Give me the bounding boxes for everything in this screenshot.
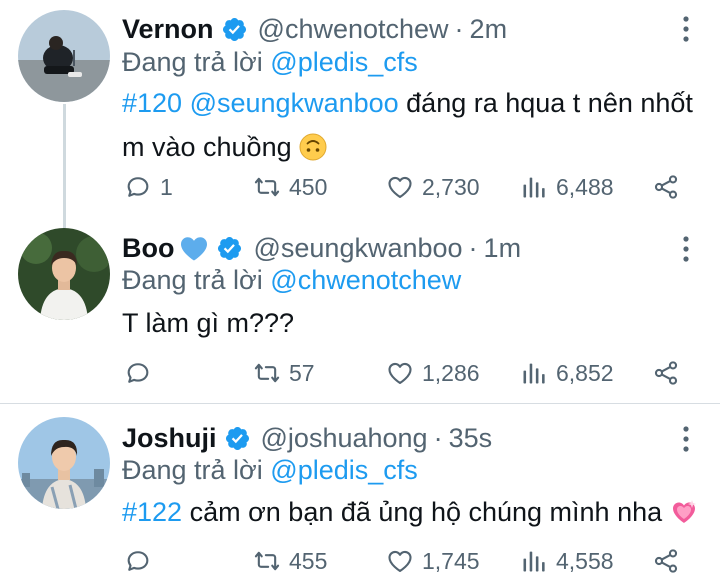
user-handle[interactable]: @seungkwanboo bbox=[253, 233, 462, 264]
views-button[interactable]: 6,852 bbox=[520, 353, 614, 393]
replying-to-mention[interactable]: @pledis_cfs bbox=[270, 47, 417, 77]
like-button[interactable]: 2,730 bbox=[386, 167, 480, 207]
like-count: 1,286 bbox=[422, 359, 480, 386]
replying-to: Đang trả lời @chwenotchew bbox=[122, 265, 461, 296]
separator-dot: · bbox=[454, 13, 464, 44]
blue-heart-emoji-icon bbox=[181, 236, 208, 260]
reply-icon bbox=[124, 547, 152, 575]
views-icon bbox=[520, 359, 548, 387]
retweet-icon bbox=[253, 547, 281, 575]
replying-to-label: Đang trả lời bbox=[122, 47, 263, 77]
view-count: 4,558 bbox=[556, 547, 614, 574]
avatar-boo[interactable] bbox=[18, 228, 110, 320]
views-icon bbox=[520, 547, 548, 575]
verified-badge-icon bbox=[221, 16, 248, 43]
separator-dot: · bbox=[468, 232, 478, 263]
sparkling-heart-emoji-icon bbox=[672, 500, 696, 523]
reply-icon bbox=[124, 359, 152, 387]
tweet-actions: 455 1,745 4,558 bbox=[0, 541, 720, 581]
reply-icon bbox=[124, 173, 152, 201]
tweet-vernon[interactable]: Vernon @chwenotchew · 2m Đang trả lời @p… bbox=[0, 0, 720, 213]
timestamp[interactable]: 2m bbox=[470, 14, 508, 45]
views-button[interactable]: 4,558 bbox=[520, 541, 614, 581]
reply-button[interactable] bbox=[124, 353, 160, 393]
share-icon bbox=[652, 173, 680, 201]
share-icon bbox=[652, 359, 680, 387]
retweet-icon bbox=[253, 359, 281, 387]
reply-count: 1 bbox=[160, 173, 173, 200]
replying-to-label: Đang trả lời bbox=[122, 265, 263, 295]
retweet-count: 455 bbox=[289, 547, 328, 574]
retweet-count: 57 bbox=[289, 359, 315, 386]
tweet-joshuji[interactable]: Joshuji @joshuahong · 35s Đang trả lời @… bbox=[0, 403, 720, 587]
tweet-text: #120 @seungkwanboo đáng ra hqua t nên nh… bbox=[122, 81, 702, 169]
more-options-icon[interactable] bbox=[682, 235, 690, 263]
display-name[interactable]: Boo bbox=[122, 233, 174, 264]
retweet-count: 450 bbox=[289, 173, 328, 200]
avatar-vernon[interactable] bbox=[18, 10, 110, 102]
share-button[interactable] bbox=[652, 167, 688, 207]
display-name[interactable]: Vernon bbox=[122, 14, 214, 45]
timestamp[interactable]: 35s bbox=[449, 423, 493, 454]
user-handle[interactable]: @joshuahong bbox=[261, 423, 428, 454]
replying-to-mention[interactable]: @pledis_cfs bbox=[270, 455, 417, 485]
user-handle[interactable]: @chwenotchew bbox=[258, 14, 449, 45]
heart-icon bbox=[386, 173, 414, 201]
share-icon bbox=[652, 547, 680, 575]
retweet-button[interactable]: 455 bbox=[253, 541, 327, 581]
replying-to-mention[interactable]: @chwenotchew bbox=[270, 265, 461, 295]
hashtag-link[interactable]: #120 bbox=[122, 88, 182, 118]
view-count: 6,852 bbox=[556, 359, 614, 386]
hashtag-link[interactable]: #122 bbox=[122, 497, 182, 527]
retweet-button[interactable]: 450 bbox=[253, 167, 327, 207]
tweet-boo[interactable]: Boo @seungkwanboo · 1m Đang trả lời @chw… bbox=[0, 213, 720, 403]
separator-dot: · bbox=[433, 422, 443, 453]
like-button[interactable]: 1,286 bbox=[386, 353, 480, 393]
reply-button[interactable] bbox=[124, 541, 160, 581]
share-button[interactable] bbox=[652, 353, 688, 393]
replying-to: Đang trả lời @pledis_cfs bbox=[122, 455, 418, 486]
like-button[interactable]: 1,745 bbox=[386, 541, 480, 581]
heart-icon bbox=[386, 359, 414, 387]
tweet-text: #122 cảm ơn bạn đã ủng hộ chúng mình nha bbox=[122, 490, 702, 534]
verified-badge-icon bbox=[216, 235, 243, 262]
more-options-icon[interactable] bbox=[682, 425, 690, 453]
like-count: 2,730 bbox=[422, 173, 480, 200]
tweet-header: Joshuji @joshuahong · 35s bbox=[122, 420, 492, 456]
tweet-actions: 1 450 2,730 6,488 bbox=[0, 167, 720, 207]
tweet-text: T làm gì m??? bbox=[122, 308, 295, 338]
timestamp[interactable]: 1m bbox=[484, 233, 522, 264]
display-name[interactable]: Joshuji bbox=[122, 423, 217, 454]
avatar-joshuji[interactable] bbox=[18, 417, 110, 509]
reply-button[interactable]: 1 bbox=[124, 167, 173, 207]
mention-link[interactable]: @seungkwanboo bbox=[190, 88, 399, 118]
upside-down-face-emoji-icon bbox=[299, 133, 327, 161]
tweet-header: Vernon @chwenotchew · 2m bbox=[122, 11, 507, 47]
more-options-icon[interactable] bbox=[682, 15, 690, 43]
views-button[interactable]: 6,488 bbox=[520, 167, 614, 207]
tweet-header: Boo @seungkwanboo · 1m bbox=[122, 230, 521, 266]
retweet-icon bbox=[253, 173, 281, 201]
views-icon bbox=[520, 173, 548, 201]
tweet-actions: 57 1,286 6,852 bbox=[0, 353, 720, 393]
replying-to-label: Đang trả lời bbox=[122, 455, 263, 485]
share-button[interactable] bbox=[652, 541, 688, 581]
heart-icon bbox=[386, 547, 414, 575]
view-count: 6,488 bbox=[556, 173, 614, 200]
replying-to: Đang trả lời @pledis_cfs bbox=[122, 47, 418, 78]
like-count: 1,745 bbox=[422, 547, 480, 574]
verified-badge-icon bbox=[224, 425, 251, 452]
tweet-text-body: cảm ơn bạn đã ủng hộ chúng mình nha bbox=[182, 497, 670, 527]
retweet-button[interactable]: 57 bbox=[253, 353, 315, 393]
